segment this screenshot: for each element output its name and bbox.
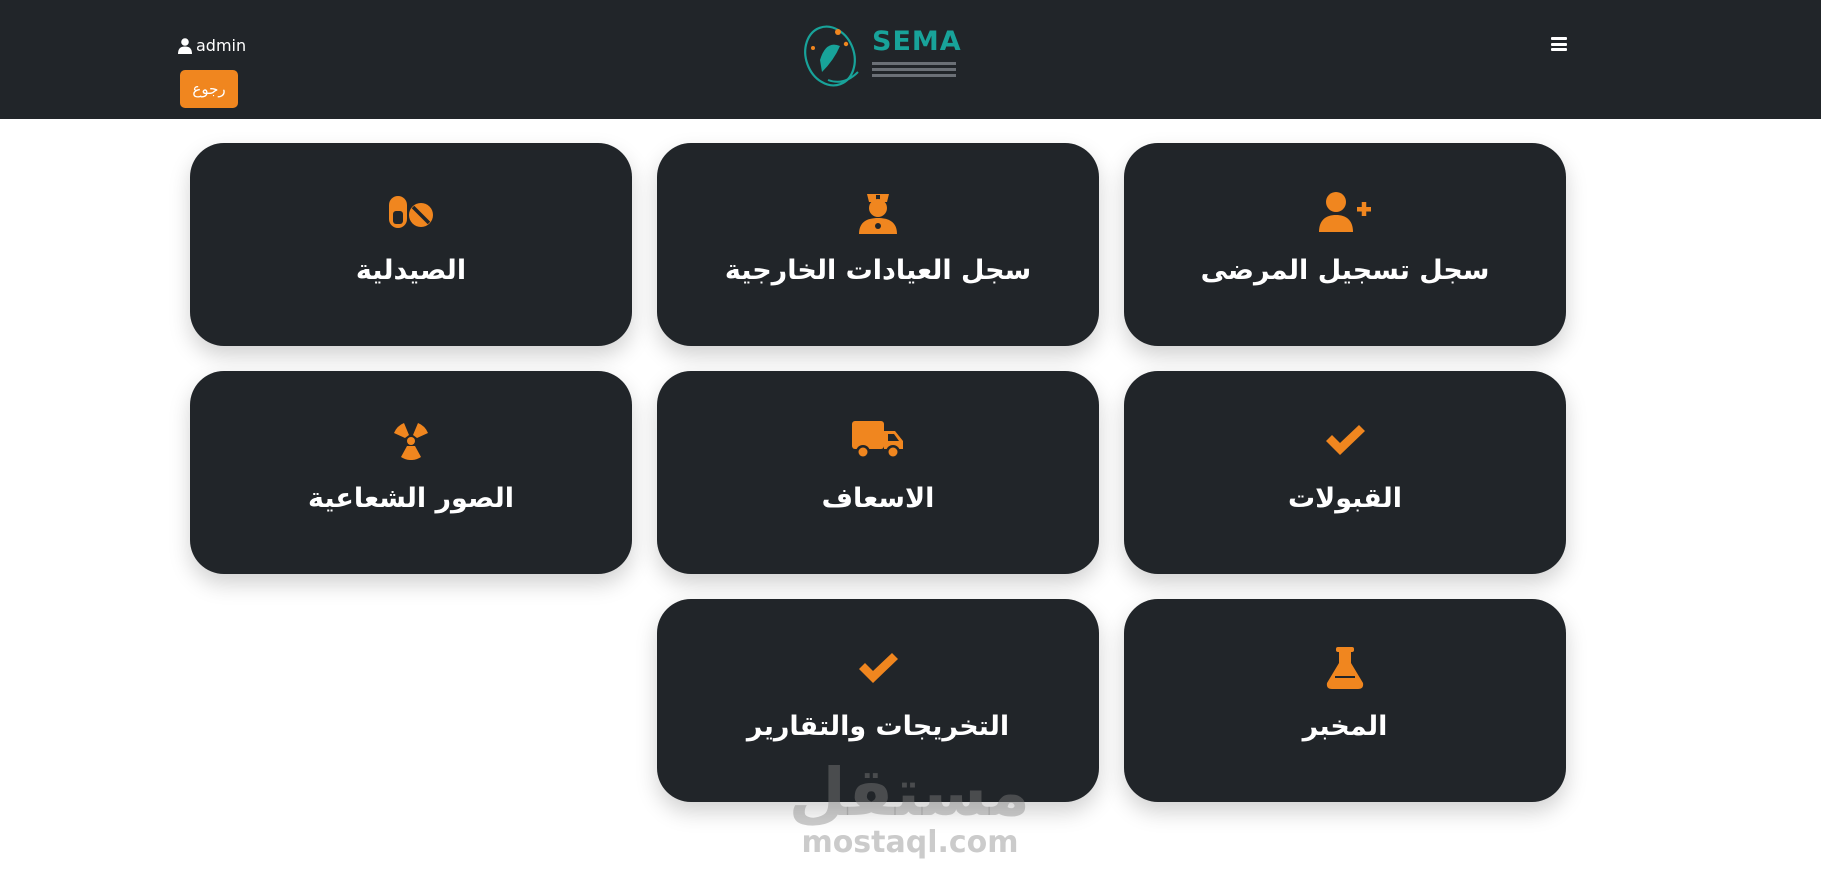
card-label: الاسعاف <box>821 483 935 514</box>
top-navbar: admin رجوع SEMA <box>0 0 1821 119</box>
user-plus-icon <box>1317 189 1373 235</box>
mostaql-watermark: مستقل mostaql.com <box>788 754 1030 860</box>
card-laboratory[interactable]: المخبر <box>1124 599 1566 802</box>
card-ambulance[interactable]: الاسعاف <box>657 371 1099 574</box>
card-radiology[interactable]: الصور الشعاعية <box>190 371 632 574</box>
card-label: الصور الشعاعية <box>308 483 514 514</box>
card-label: سجل العيادات الخارجية <box>724 255 1032 286</box>
card-label: الصيدلية <box>355 255 467 286</box>
check-icon <box>850 645 906 691</box>
ambulance-truck-icon <box>850 417 906 463</box>
card-label: التخريجات والتقارير <box>746 711 1010 742</box>
user-icon <box>178 37 192 54</box>
current-user[interactable]: admin <box>178 36 246 55</box>
brand-subtitle-lines <box>872 62 956 65</box>
radiation-icon <box>383 417 439 463</box>
card-label: سجل تسجيل المرضى <box>1200 255 1490 286</box>
watermark-latin: mostaql.com <box>801 825 1019 860</box>
card-label: القبولات <box>1287 483 1402 514</box>
flask-icon <box>1317 645 1373 691</box>
card-patient-registration[interactable]: سجل تسجيل المرضى <box>1124 143 1566 346</box>
card-pharmacy[interactable]: الصيدلية <box>190 143 632 346</box>
back-button[interactable]: رجوع <box>180 70 238 108</box>
watermark-arabic: مستقل <box>788 754 1030 831</box>
card-admissions[interactable]: القبولات <box>1124 371 1566 574</box>
user-nurse-icon <box>850 189 906 235</box>
username: admin <box>196 36 247 55</box>
card-outpatient-clinics[interactable]: سجل العيادات الخارجية <box>657 143 1099 346</box>
brand-name: SEMA <box>872 26 962 57</box>
pills-icon <box>383 189 439 235</box>
check-icon <box>1317 417 1373 463</box>
hamburger-menu-icon[interactable] <box>1551 37 1567 51</box>
card-label: المخبر <box>1302 711 1388 742</box>
